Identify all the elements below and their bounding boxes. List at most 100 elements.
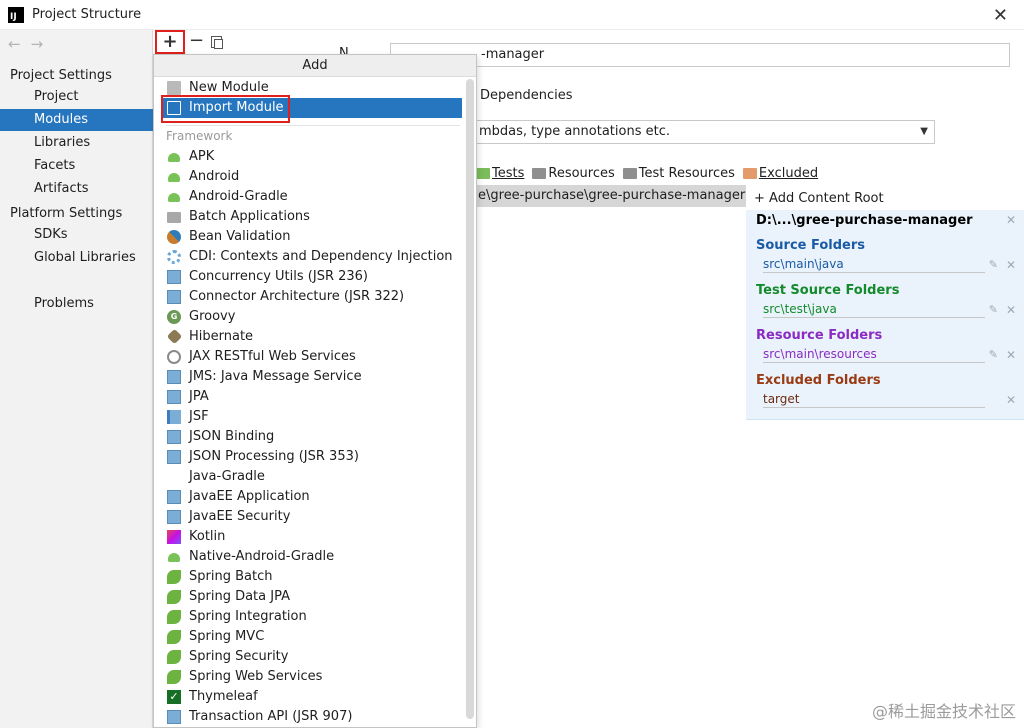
framework-menu-item[interactable]: Spring Batch [155,567,463,587]
spring-icon [167,610,181,624]
framework-menu-item[interactable]: Android [155,167,463,187]
remove-content-root-icon[interactable]: ✕ [1006,213,1016,227]
close-icon[interactable]: ✕ [993,5,1008,26]
back-arrow-icon[interactable]: ← [8,35,31,53]
framework-menu-item[interactable]: Spring Data JPA [155,587,463,607]
sidebar-item-libraries[interactable]: Libraries [0,132,153,154]
framework-menu-item-label: JavaEE Application [189,489,310,504]
framework-menu-item[interactable]: Spring MVC [155,627,463,647]
forward-arrow-icon[interactable]: → [31,35,54,53]
sidebar-item-facets[interactable]: Facets [0,155,153,177]
excluded-folder-icon [742,167,757,179]
framework-menu-item[interactable]: Batch Applications [155,207,463,227]
resource-folder-icon [532,167,547,179]
sidebar: ←→ Project Settings Project Modules Libr… [0,30,153,728]
tab-dependencies[interactable]: Dependencies [480,88,573,103]
framework-menu-item[interactable]: JPA [155,387,463,407]
framework-menu-item[interactable]: Android-Gradle [155,187,463,207]
framework-menu-item-label: Concurrency Utils (JSR 236) [189,269,368,284]
add-content-root-button[interactable]: + Add Content Root [754,191,884,206]
framework-menu-item[interactable]: Spring Web Services [155,667,463,687]
framework-menu-item[interactable]: G Groovy [155,307,463,327]
framework-menu-item[interactable]: JSON Processing (JSR 353) [155,447,463,467]
import-module-highlight [161,95,290,123]
sidebar-item-modules[interactable]: Modules [0,109,153,131]
remove-icon[interactable]: ✕ [1006,348,1016,362]
remove-icon[interactable]: ✕ [1006,393,1016,407]
framework-menu-item[interactable]: CDI: Contexts and Dependency Injection [155,247,463,267]
framework-menu-item-label: JSON Processing (JSR 353) [189,449,359,464]
jee-icon [167,270,181,284]
android-icon [168,173,180,182]
test-source-folders-heading: Test Source Folders [756,283,900,298]
edit-icon[interactable]: ✎ [989,258,998,271]
remove-module-button[interactable]: − [189,30,204,52]
framework-menu-item-label: JavaEE Security [189,509,291,524]
framework-menu-item[interactable]: Bean Validation [155,227,463,247]
spring-icon [167,630,181,644]
sidebar-item-project[interactable]: Project [0,86,153,108]
title-bar: IJ Project Structure ✕ [0,0,1024,30]
framework-menu-item[interactable]: ✓ Thymeleaf [155,687,463,707]
framework-menu-item[interactable]: Spring Integration [155,607,463,627]
remove-icon[interactable]: ✕ [1006,303,1016,317]
watermark: @稀土掘金技术社区 [871,702,1016,721]
popup-title: Add [154,55,476,77]
resource-folders-heading: Resource Folders [756,328,883,343]
project-settings-heading: Project Settings [10,68,112,83]
framework-menu-item[interactable]: Hibernate [155,327,463,347]
mark-excluded-button[interactable]: Excluded [742,166,818,181]
jee-icon [167,490,181,504]
framework-menu-item[interactable]: Native-Android-Gradle [155,547,463,567]
edit-icon[interactable]: ✎ [989,348,998,361]
module-name-input[interactable]: -manager [390,43,1010,67]
framework-menu-item-label: Kotlin [189,529,226,544]
framework-menu-item[interactable]: Concurrency Utils (JSR 236) [155,267,463,287]
framework-menu-item-label: Transaction API (JSR 907) [189,709,353,724]
add-module-button[interactable]: + [155,30,185,54]
content-root-path: D:\...\gree-purchase-manager [756,213,973,228]
globe-icon [167,350,181,364]
edit-icon[interactable]: ✎ [989,303,998,316]
framework-menu-item-label: Bean Validation [189,229,291,244]
popup-scrollbar[interactable] [466,79,474,719]
framework-menu-item[interactable]: Spring Security [155,647,463,667]
framework-menu-item[interactable]: JavaEE Application [155,487,463,507]
nav-arrows: ←→ [8,35,53,53]
framework-menu-item[interactable]: Connector Architecture (JSR 322) [155,287,463,307]
mark-tests-button[interactable]: Tests [476,166,524,181]
framework-menu-item-label: Native-Android-Gradle [189,549,335,564]
window-title: Project Structure [32,7,142,22]
jee-icon [167,450,181,464]
framework-menu-item[interactable]: JavaEE Security [155,507,463,527]
framework-menu-item[interactable]: JAX RESTful Web Services [155,347,463,367]
language-level-select[interactable]: mbdas, type annotations etc. ▼ [476,120,935,144]
framework-menu-item[interactable]: JMS: Java Message Service [155,367,463,387]
sidebar-item-sdks[interactable]: SDKs [0,224,153,246]
sidebar-item-global-libraries[interactable]: Global Libraries [0,247,153,269]
framework-menu-item[interactable]: JSON Binding [155,427,463,447]
jee-icon [167,370,181,384]
mark-resources-button[interactable]: Resources [532,166,615,181]
test-folder-icon [476,167,490,179]
framework-menu-item[interactable]: APK [155,147,463,167]
framework-menu-item[interactable]: Transaction API (JSR 907) [155,707,463,727]
jee-icon [167,510,181,524]
jee-icon [167,290,181,304]
framework-menu-item-label: Hibernate [189,329,254,344]
framework-menu-item-label: Spring Integration [189,609,307,624]
remove-icon[interactable]: ✕ [1006,258,1016,272]
folder-icon [167,212,181,223]
framework-menu-item[interactable]: JSF [155,407,463,427]
cdi-icon [167,250,181,264]
sidebar-item-artifacts[interactable]: Artifacts [0,178,153,200]
framework-menu-item[interactable]: Java-Gradle [155,467,463,487]
source-folder-path: src\main\java [763,257,985,273]
content-root-path-row[interactable]: e\gree-purchase\gree-purchase-manager [476,185,746,207]
mark-test-resources-button[interactable]: Test Resources [622,166,735,181]
jee-icon [167,430,181,444]
sidebar-item-problems[interactable]: Problems [0,293,153,315]
framework-menu-item[interactable]: Kotlin [155,527,463,547]
copy-icon[interactable] [211,36,223,49]
intellij-app-icon: IJ [8,6,24,23]
